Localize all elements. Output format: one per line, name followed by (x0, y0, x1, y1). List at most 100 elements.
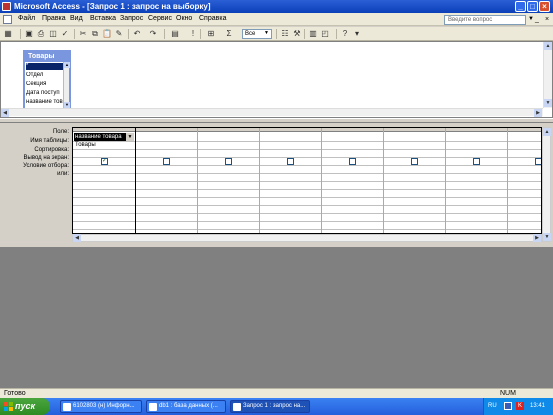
menu-file[interactable]: Файл (18, 15, 35, 22)
query-design-grid[interactable]: название товара ▼ Товары ✓ (72, 127, 542, 234)
run-icon[interactable]: ! (188, 29, 198, 39)
taskbar-item-active[interactable]: Запрос 1 : запрос на... (230, 400, 310, 413)
grid-column-separator (197, 128, 198, 233)
taskbar-item-label: 6102803 (н) Инфорн... (73, 403, 135, 409)
grid-column-separator (507, 128, 508, 233)
toolbar-separator (336, 29, 337, 39)
table-scrollbar[interactable]: ▲ ▼ (63, 62, 70, 108)
toolbar-separator (74, 29, 75, 39)
row-label-criteria: Условие отбора: (23, 163, 69, 169)
system-tray: RU K 13:41 (483, 398, 553, 415)
mdi-workspace (0, 247, 553, 388)
scroll-down-icon[interactable]: ▼ (544, 99, 552, 107)
show-checkbox[interactable]: ✓ (101, 158, 108, 165)
menu-query[interactable]: Запрос (120, 15, 143, 22)
grid-row-line (73, 149, 541, 150)
show-checkbox[interactable] (163, 158, 170, 165)
grid-row-line (73, 221, 541, 222)
scroll-left-icon[interactable]: ◀ (73, 234, 81, 242)
chevron-down-icon[interactable]: ▼ (264, 30, 269, 36)
menu-view[interactable]: Вид (70, 15, 83, 22)
query-type-icon[interactable]: ▤ (170, 29, 180, 39)
show-table-icon[interactable]: ⊞ (206, 29, 216, 39)
paste-icon[interactable]: 📋 (102, 29, 112, 39)
scroll-up-icon[interactable]: ▲ (64, 62, 70, 68)
show-checkbox[interactable] (225, 158, 232, 165)
table-title[interactable]: Товары (25, 52, 69, 62)
menu-tools[interactable]: Сервис (148, 15, 172, 22)
mdi-close-button[interactable]: × (543, 15, 551, 24)
format-painter-icon[interactable]: ✎ (114, 29, 124, 39)
database-window-icon[interactable]: ▥ (308, 29, 318, 39)
show-checkbox[interactable] (287, 158, 294, 165)
toolbar-separator (276, 29, 277, 39)
tray-k-icon[interactable]: K (516, 402, 524, 410)
show-checkbox[interactable] (411, 158, 418, 165)
menu-edit[interactable]: Правка (42, 15, 66, 22)
taskbar-item[interactable]: 6102803 (н) Инфорн... (60, 400, 142, 413)
upper-horizontal-scrollbar[interactable]: ◀ ▶ (1, 108, 543, 117)
toolbar-separator (128, 29, 129, 39)
row-label-or: или: (57, 171, 69, 177)
maximize-button[interactable]: □ (527, 1, 538, 12)
upper-vertical-scrollbar[interactable]: ▲ ▼ (543, 42, 552, 108)
help-search-input[interactable]: Введите вопрос (444, 15, 526, 25)
view-icon[interactable]: ▦ (3, 29, 13, 39)
tray-app-icon[interactable] (504, 402, 512, 410)
list-item[interactable]: Секция (26, 81, 63, 88)
menu-insert[interactable]: Вставка (90, 15, 116, 22)
spelling-icon[interactable]: ✓ (60, 29, 70, 39)
menu-bar: Файл Правка Вид Вставка Запрос Сервис Ок… (0, 13, 553, 26)
minimize-button[interactable]: _ (515, 1, 526, 12)
table-name-cell[interactable]: Товары (75, 142, 96, 148)
new-object-icon[interactable]: ◰ (320, 29, 330, 39)
preview-icon[interactable]: ◫ (48, 29, 58, 39)
query-icon (233, 403, 241, 411)
scroll-right-icon[interactable]: ▶ (534, 109, 542, 117)
show-checkbox[interactable] (349, 158, 356, 165)
menu-help[interactable]: Справка (199, 15, 226, 22)
table-field-list[interactable]: Товары * Отдел Секция Дата поступ назван… (23, 50, 71, 110)
query-doc-icon[interactable] (3, 15, 12, 24)
show-checkbox[interactable] (473, 158, 480, 165)
language-indicator[interactable]: RU (488, 398, 497, 415)
list-item[interactable]: название тов (26, 99, 63, 106)
column-selector-strip[interactable] (73, 128, 541, 132)
status-bar: Готово NUM (0, 388, 553, 398)
row-label-show: Вывод на экран: (23, 155, 69, 161)
taskbar-item[interactable]: db1 : база данных (... (146, 400, 226, 413)
totals-sigma-icon[interactable]: Σ (224, 29, 234, 39)
mdi-minimize-button[interactable]: _ (533, 15, 541, 24)
menu-window[interactable]: Окно (176, 15, 192, 22)
toolbar-options-icon[interactable]: ▾ (352, 29, 362, 39)
cut-icon[interactable]: ✂ (78, 29, 88, 39)
print-icon[interactable]: ⎙ (36, 29, 46, 39)
chevron-down-icon[interactable]: ▼ (126, 133, 134, 141)
builder-icon[interactable]: ⚒ (292, 29, 302, 39)
taskbar-item-label: Запрос 1 : запрос на... (243, 403, 306, 409)
redo-icon[interactable]: ↷ (148, 29, 158, 39)
scroll-up-icon[interactable]: ▲ (544, 42, 552, 50)
copy-icon[interactable]: ⧉ (90, 29, 100, 39)
save-icon[interactable]: ▣ (24, 29, 34, 39)
scroll-left-icon[interactable]: ◀ (1, 109, 9, 117)
grid-column-separator (135, 128, 136, 233)
list-item[interactable]: * (26, 63, 63, 70)
grid-horizontal-scrollbar[interactable]: ◀ ▶ (72, 234, 542, 242)
close-button[interactable]: × (539, 1, 550, 12)
list-item[interactable]: Отдел (26, 72, 63, 79)
grid-vertical-scrollbar[interactable]: ▲ ▼ (542, 127, 551, 242)
clock: 13:41 (530, 403, 546, 409)
help-icon[interactable]: ? (340, 29, 350, 39)
grid-row-line (73, 157, 541, 158)
list-item[interactable]: Дата поступ (26, 90, 63, 97)
show-checkbox[interactable] (535, 158, 541, 165)
scroll-right-icon[interactable]: ▶ (533, 234, 541, 242)
scroll-down-icon[interactable]: ▼ (543, 233, 551, 241)
table-pane: Товары * Отдел Секция Дата поступ назван… (0, 41, 553, 118)
scroll-up-icon[interactable]: ▲ (543, 128, 551, 136)
undo-icon[interactable]: ↶ (132, 29, 142, 39)
field-select[interactable]: название товара (74, 133, 134, 141)
properties-icon[interactable]: ☷ (280, 29, 290, 39)
access-app-icon[interactable] (2, 2, 11, 11)
